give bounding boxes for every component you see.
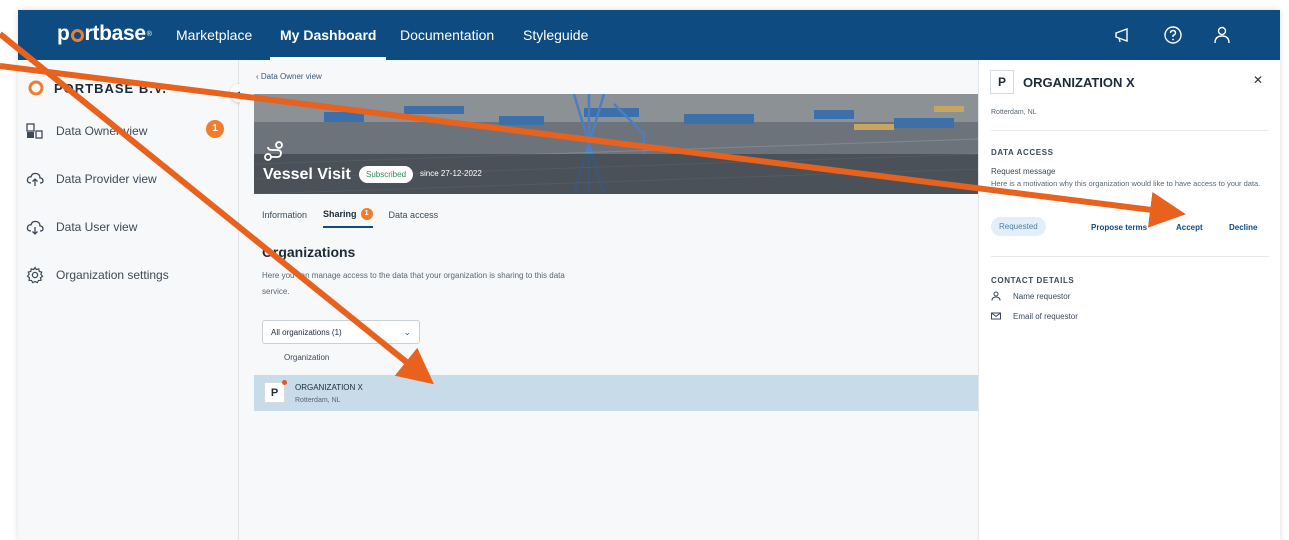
contact-details-label: CONTACT DETAILS — [991, 276, 1075, 285]
panel-title: ORGANIZATION X — [1023, 75, 1135, 90]
unread-dot — [282, 380, 287, 385]
nav-styleguide[interactable]: Styleguide — [523, 27, 588, 43]
divider — [991, 130, 1269, 131]
contact-name-row: Name requestor — [991, 291, 1070, 301]
select-value: All organizations (1) — [271, 328, 342, 337]
sidebar-item-organization-settings[interactable]: Organization settings — [26, 266, 169, 284]
row-org-location: Rotterdam, NL — [295, 397, 341, 404]
subscribed-since: since 27-12-2022 — [420, 169, 482, 178]
table-row[interactable]: P ORGANIZATION X Rotterdam, NL — [254, 375, 978, 411]
sidebar-org: PORTBASE B.V. — [28, 80, 167, 96]
panel-location: Rotterdam, NL — [991, 109, 1037, 116]
tab-label: Sharing — [323, 209, 357, 219]
notification-badge: 1 — [206, 120, 224, 138]
sidebar-item-label: Data User view — [56, 220, 138, 234]
sidebar-item-data-provider[interactable]: Data Provider view — [26, 170, 157, 188]
sidebar-item-data-owner[interactable]: Data Owner view — [26, 122, 147, 140]
section-description: Here you can manage access to the data t… — [262, 271, 565, 296]
top-navbar: p rtbase ® Marketplace My Dashboard Docume… — [18, 10, 1280, 60]
tab-label: Data access — [388, 210, 439, 220]
data-owner-icon — [26, 123, 43, 139]
sidebar-item-label: Data Provider view — [56, 172, 157, 186]
cloud-upload-icon — [26, 172, 44, 186]
sidebar: PORTBASE B.V. ◀ Data Owner view 1 Data P… — [18, 60, 248, 540]
back-link[interactable]: ‹ Data Owner view — [256, 72, 322, 81]
nav-marketplace[interactable]: Marketplace — [176, 27, 252, 43]
sidebar-item-data-user[interactable]: Data User view — [26, 218, 137, 236]
column-header-organization: Organization — [284, 353, 330, 362]
portbase-logo[interactable]: p rtbase ® — [57, 22, 152, 46]
main-content: ‹ Data Owner view Vessel Visit Subscribe… — [240, 60, 978, 540]
sidebar-item-label: Organization settings — [56, 268, 169, 282]
contact-name: Name requestor — [1013, 291, 1071, 301]
close-icon[interactable]: ✕ — [1253, 73, 1263, 87]
nav-my-dashboard[interactable]: My Dashboard — [280, 27, 376, 43]
organization-filter-select[interactable]: All organizations (1) ⌄ — [262, 320, 420, 344]
gear-icon — [26, 266, 44, 284]
help-icon[interactable] — [1162, 24, 1184, 46]
sidebar-org-name: PORTBASE B.V. — [54, 80, 167, 96]
service-title: Vessel Visit — [263, 166, 351, 183]
chevron-down-icon: ⌄ — [403, 327, 411, 337]
status-badge: Requested — [991, 217, 1046, 236]
tab-bar: Information Sharing 1 Data access — [262, 208, 454, 228]
decline-button[interactable]: Decline — [1229, 223, 1257, 232]
sidebar-item-label: Data Owner view — [56, 124, 148, 138]
user-icon[interactable] — [1211, 24, 1233, 46]
request-message: Here is a motivation why this organizati… — [991, 179, 1261, 188]
back-link-label: Data Owner view — [260, 72, 322, 81]
mail-icon — [991, 312, 1001, 320]
tab-label: Information — [262, 210, 308, 220]
megaphone-icon[interactable] — [1112, 24, 1134, 46]
avatar: P — [990, 70, 1014, 94]
tab-information[interactable]: Information — [262, 208, 307, 228]
subscribed-badge: Subscribed — [359, 166, 414, 183]
tab-badge: 1 — [360, 208, 373, 220]
contact-email: Email of requestor — [1013, 311, 1078, 321]
nav-documentation[interactable]: Documentation — [400, 27, 494, 43]
organization-detail-panel: P ORGANIZATION X ✕ Rotterdam, NL DATA AC… — [978, 60, 1280, 540]
section-title: Organizations — [262, 244, 356, 260]
person-icon — [991, 291, 1001, 301]
app-window: p rtbase ® Marketplace My Dashboard Docume… — [18, 10, 1280, 540]
row-org-name: ORGANIZATION X — [295, 383, 363, 392]
request-title: Request message — [991, 167, 1056, 176]
data-access-label: DATA ACCESS — [991, 148, 1054, 157]
avatar: P — [264, 382, 285, 403]
contact-email-row: Email of requestor — [991, 311, 1078, 321]
hero-banner: Vessel Visit Subscribed since 27-12-2022 — [254, 94, 978, 194]
portbase-mark-icon — [28, 80, 44, 96]
route-icon — [264, 141, 283, 161]
tab-data-access[interactable]: Data access — [389, 208, 439, 228]
divider — [991, 256, 1269, 257]
accept-button[interactable]: Accept — [1176, 223, 1203, 232]
propose-terms-button[interactable]: Propose terms — [1091, 223, 1147, 232]
tab-sharing[interactable]: Sharing 1 — [323, 208, 373, 228]
cloud-download-icon — [26, 220, 44, 235]
